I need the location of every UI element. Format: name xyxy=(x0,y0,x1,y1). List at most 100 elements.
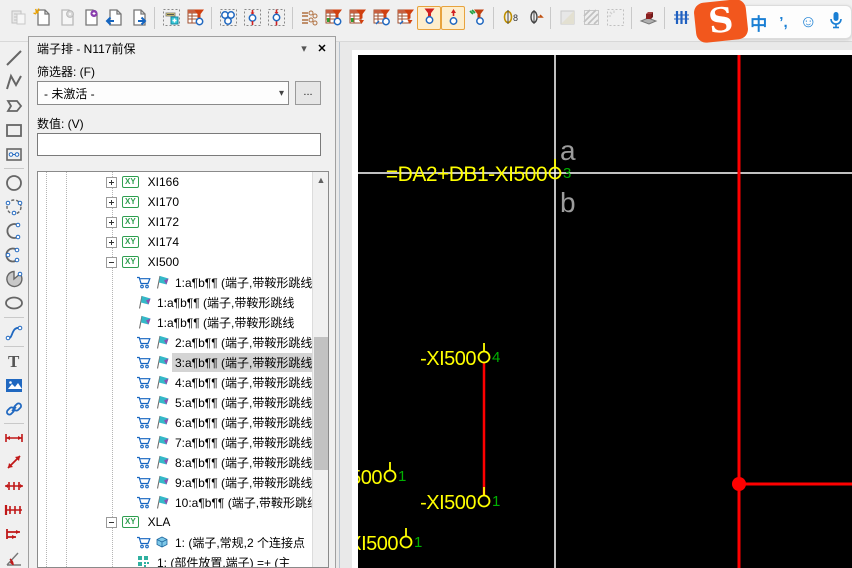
tree-row[interactable]: 1: (端子,常规,2 个连接点 xyxy=(38,532,312,552)
tree-row[interactable]: XYXI500 xyxy=(38,252,312,272)
panel-menu-button[interactable]: ▾ xyxy=(295,40,313,56)
dashed-star-button[interactable] xyxy=(603,6,627,30)
tree-row[interactable]: 1:a¶b¶¶ (端子,带鞍形跳线 xyxy=(38,292,312,312)
scrollbar-thumb[interactable] xyxy=(314,337,328,470)
insert-text-button[interactable]: T xyxy=(2,349,26,373)
scroll-up-button[interactable]: ▲ xyxy=(313,172,329,188)
schematic-canvas[interactable]: 34111=DA2+DB1-XI500-XI500-XI500-XI500-XI… xyxy=(352,50,852,568)
canvas-label[interactable]: a xyxy=(560,135,576,166)
tree-row[interactable]: 10:a¶b¶¶ (端子,带鞍形跳线 xyxy=(38,492,312,512)
collapse-icon[interactable] xyxy=(106,517,117,528)
draw-rectangle-nodes-button[interactable] xyxy=(2,142,26,166)
dim-baseline-button[interactable] xyxy=(2,498,26,522)
ime-language-button[interactable]: 中 xyxy=(750,10,767,35)
tree-row[interactable]: 5:a¶b¶¶ (端子,带鞍形跳线 xyxy=(38,392,312,412)
draw-arc-button[interactable] xyxy=(2,219,26,243)
tree-row[interactable]: 7:a¶b¶¶ (端子,带鞍形跳线 xyxy=(38,432,312,452)
tree-row[interactable]: 3:a¶b¶¶ (端子,带鞍形跳线 xyxy=(38,352,312,372)
terminal-symbol[interactable]: 1 xyxy=(401,528,423,551)
grid-bars-button[interactable] xyxy=(669,6,693,30)
draw-polyline-button[interactable] xyxy=(2,70,26,94)
terminal-symbol[interactable]: 1 xyxy=(385,462,407,485)
expand-icon[interactable] xyxy=(106,217,117,228)
multi-connection-button[interactable] xyxy=(465,6,489,30)
tree-row[interactable]: XYXLA xyxy=(38,512,312,532)
jumper-terminals-button[interactable] xyxy=(297,6,321,30)
terminal-filter-down-button[interactable] xyxy=(417,6,441,30)
tree-scrollbar[interactable]: ▲ xyxy=(312,172,328,567)
expand-icon[interactable] xyxy=(106,197,117,208)
canvas-label[interactable]: -XI500 xyxy=(358,533,398,555)
mounting-panel-3d-button[interactable] xyxy=(636,6,660,30)
expand-icon[interactable] xyxy=(106,237,117,248)
corner-fold-button[interactable] xyxy=(555,6,579,30)
filter-combobox[interactable]: - 未激活 - ▾ xyxy=(37,81,289,105)
ime-logo-icon[interactable]: S xyxy=(693,0,749,44)
draw-sector-button[interactable] xyxy=(2,267,26,291)
filter-browse-button[interactable]: ... xyxy=(295,81,321,105)
draw-circle-button[interactable] xyxy=(2,171,26,195)
new-page-button[interactable] xyxy=(30,6,54,30)
draw-polygon-button[interactable] xyxy=(2,94,26,118)
dim-linear-button[interactable] xyxy=(2,426,26,450)
terminal-insert-down-button[interactable] xyxy=(240,6,264,30)
canvas-label[interactable]: -XI500 xyxy=(420,348,476,370)
tree-row[interactable]: 1: (部件放置,端子) =+ (主 xyxy=(38,552,312,567)
collapse-icon[interactable] xyxy=(106,257,117,268)
ime-emoji-button[interactable]: ☺ xyxy=(800,12,817,32)
ime-microphone-icon[interactable] xyxy=(829,11,843,34)
junction-dot[interactable] xyxy=(732,477,746,491)
ime-punctuation-button[interactable]: ’, xyxy=(779,14,787,31)
expand-icon[interactable] xyxy=(106,177,117,188)
tree-row[interactable]: XYXI166 xyxy=(38,172,312,192)
filter-terminal-circle-button[interactable] xyxy=(321,6,345,30)
panel-close-button[interactable]: ✕ xyxy=(313,40,331,56)
draw-line-button[interactable] xyxy=(2,46,26,70)
canvas-label[interactable]: =DA2+DB1-XI500 xyxy=(386,163,547,186)
terminal-insert-both-button[interactable] xyxy=(264,6,288,30)
canvas-label[interactable]: -XI500 xyxy=(420,492,476,514)
draw-ellipse-button[interactable] xyxy=(2,291,26,315)
page-settings-button[interactable] xyxy=(54,6,78,30)
filter-edit-arrow-button[interactable] xyxy=(393,6,417,30)
tree-row[interactable]: XYXI172 xyxy=(38,212,312,232)
draw-arc-nodes-button[interactable] xyxy=(2,243,26,267)
filter-terminal-arrow-button[interactable] xyxy=(345,6,369,30)
dim-angle-button[interactable] xyxy=(2,546,26,568)
tree-row[interactable]: 1:a¶b¶¶ (端子,带鞍形跳线 xyxy=(38,272,312,292)
filter-edit-circle-button[interactable] xyxy=(369,6,393,30)
tree-row[interactable]: XYXI174 xyxy=(38,232,312,252)
canvas-splitter[interactable]: 34111=DA2+DB1-XI500-XI500-XI500-XI500-XI… xyxy=(336,42,852,568)
terminal-symbol[interactable]: 4 xyxy=(479,343,501,366)
draw-spline-button[interactable] xyxy=(2,320,26,344)
tree-row[interactable]: 4:a¶b¶¶ (端子,带鞍形跳线 xyxy=(38,372,312,392)
copy-properties-button[interactable] xyxy=(6,6,30,30)
page-back-button[interactable] xyxy=(102,6,126,30)
canvas-label[interactable]: b xyxy=(560,187,575,218)
tree-row[interactable]: 8:a¶b¶¶ (端子,带鞍形跳线 xyxy=(38,452,312,472)
page-sync-button[interactable] xyxy=(78,6,102,30)
insert-image-button[interactable] xyxy=(2,373,26,397)
tree-row[interactable]: 6:a¶b¶¶ (端子,带鞍形跳线 xyxy=(38,412,312,432)
draw-circle-nodes-button[interactable] xyxy=(2,195,26,219)
page-forward-button[interactable] xyxy=(126,6,150,30)
tree-row[interactable]: 9:a¶b¶¶ (端子,带鞍形跳线 xyxy=(38,472,312,492)
symbol-phi-arrow-button[interactable] xyxy=(522,6,546,30)
insert-terminal-strip-button[interactable] xyxy=(159,6,183,30)
tree-row[interactable]: 2:a¶b¶¶ (端子,带鞍形跳线 xyxy=(38,332,312,352)
insert-hyperlink-button[interactable] xyxy=(2,397,26,421)
hatch-fill-button[interactable] xyxy=(579,6,603,30)
canvas-label[interactable]: -XI500 xyxy=(358,467,382,489)
value-input[interactable] xyxy=(37,133,321,156)
terminal-symbol[interactable]: 1 xyxy=(479,487,501,510)
symbol-phi-8-button[interactable]: 8 xyxy=(498,6,522,30)
draw-rectangle-button[interactable] xyxy=(2,118,26,142)
tree-row[interactable]: 1:a¶b¶¶ (端子,带鞍形跳线 xyxy=(38,312,312,332)
panel-titlebar[interactable]: 端子排 - N117前保 ▾ ✕ xyxy=(29,37,335,59)
tree-row[interactable]: XYXI170 xyxy=(38,192,312,212)
dim-increment-button[interactable] xyxy=(2,522,26,546)
dim-chain-button[interactable] xyxy=(2,474,26,498)
terminal-filter-up-button[interactable] xyxy=(441,6,465,30)
dim-aligned-button[interactable] xyxy=(2,450,26,474)
terminal-strip-navigator-button[interactable] xyxy=(183,6,207,30)
